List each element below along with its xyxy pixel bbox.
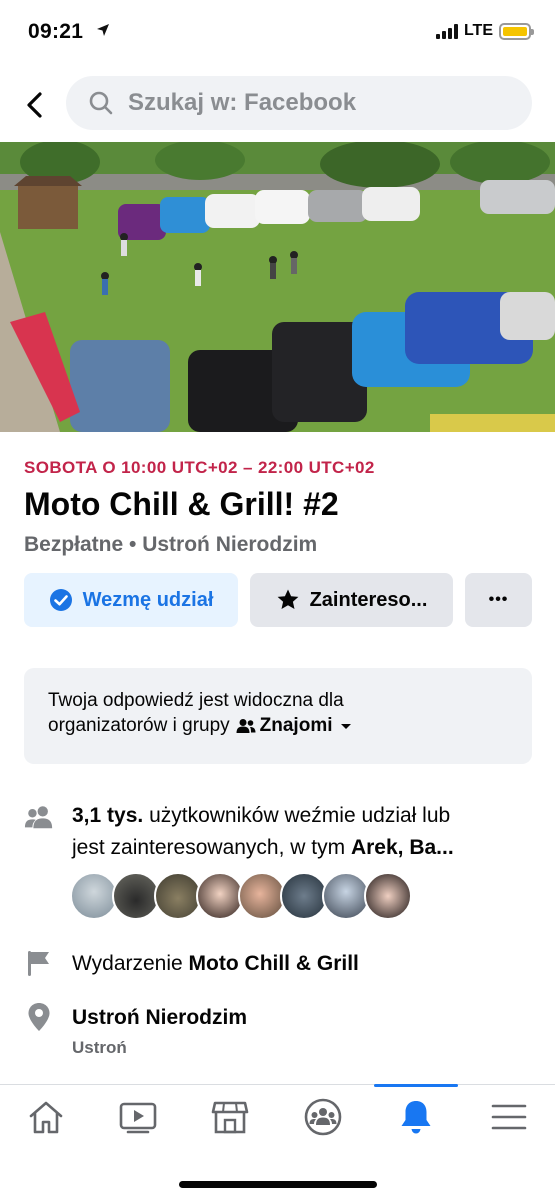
location-arrow-icon (96, 23, 110, 42)
avatar[interactable] (70, 872, 118, 920)
nav-groups[interactable] (277, 1085, 369, 1149)
signal-icon (435, 23, 458, 39)
bell-icon (401, 1101, 431, 1134)
location-subtitle: Ustroń (72, 1038, 127, 1057)
chevron-down-icon (340, 723, 351, 729)
audience-selector[interactable]: Znajomi (236, 713, 353, 738)
notice-line-1: Twoja odpowiedź jest widoczna dla (48, 690, 344, 711)
home-icon (29, 1101, 63, 1134)
notice-line-2: organizatorów i grupy (48, 715, 230, 736)
status-indicators: LTE (435, 22, 534, 40)
nav-home[interactable] (0, 1085, 92, 1149)
friends-icon (236, 718, 256, 733)
more-dots-icon: ••• (488, 591, 509, 608)
status-bar: 09:21 LTE (0, 0, 555, 66)
location-name: Ustroń Nierodzim (72, 1006, 248, 1029)
groups-icon (304, 1098, 342, 1136)
flag-icon (24, 948, 54, 978)
nav-notifications[interactable] (370, 1085, 462, 1149)
more-options-button[interactable]: ••• (465, 573, 532, 627)
map-pin-icon (24, 1002, 54, 1032)
check-circle-icon (49, 588, 73, 612)
back-button[interactable] (18, 88, 52, 122)
home-indicator (179, 1181, 377, 1188)
event-source-name: Moto Chill & Grill (188, 952, 359, 975)
event-actions: Wezmę udział Zaintereso... ••• (24, 573, 532, 627)
search-icon (89, 91, 113, 115)
avatar[interactable] (364, 872, 412, 920)
interested-label: Zaintereso... (309, 588, 428, 611)
header (0, 76, 555, 132)
marketplace-icon (211, 1101, 249, 1134)
nav-watch[interactable] (92, 1085, 184, 1149)
network-type: LTE (463, 22, 493, 39)
going-label: Wezmę udział (82, 588, 214, 611)
status-time: 09:21 (28, 20, 84, 43)
event-source-row[interactable]: Wydarzenie Moto Chill & Grill (24, 948, 534, 982)
avatar[interactable] (322, 872, 370, 920)
interested-button[interactable]: Zaintereso... (250, 573, 453, 627)
star-icon (276, 588, 300, 612)
search-bar[interactable] (66, 76, 532, 130)
battery-icon (499, 22, 534, 40)
nav-marketplace[interactable] (184, 1085, 276, 1149)
avatar[interactable] (154, 872, 202, 920)
avatar[interactable] (196, 872, 244, 920)
attendance-row[interactable]: 3,1 tys. użytkowników weźmie udział lub … (24, 800, 534, 864)
people-icon (24, 802, 54, 832)
event-title: Moto Chill & Grill! #2 (24, 486, 339, 522)
avatar[interactable] (280, 872, 328, 920)
event-date: SOBOTA O 10:00 UTC+02 – 22:00 UTC+02 (24, 458, 375, 477)
attendance-friends: Arek, Ba... (350, 836, 454, 859)
avatar[interactable] (238, 872, 286, 920)
attendee-avatars[interactable] (70, 872, 412, 920)
rsvp-visibility-notice: Twoja odpowiedź jest widoczna dla organi… (24, 668, 532, 764)
event-cover-photo[interactable] (0, 142, 555, 432)
audience-label: Znajomi (259, 715, 333, 736)
search-input[interactable] (128, 89, 508, 117)
attendance-text: 3,1 tys. użytkowników weźmie udział lub … (72, 800, 534, 864)
menu-icon (491, 1104, 527, 1130)
avatar[interactable] (112, 872, 160, 920)
going-button[interactable]: Wezmę udział (24, 573, 238, 627)
event-source-prefix: Wydarzenie (72, 952, 183, 975)
attendance-line-2: jest zainteresowanych, w tym (72, 836, 346, 859)
back-arrow-icon (27, 92, 42, 118)
event-subtitle: Bezpłatne • Ustroń Nierodzim (24, 533, 318, 556)
video-icon (119, 1102, 157, 1134)
nav-menu[interactable] (463, 1085, 555, 1149)
attendance-count: 3,1 tys. (72, 804, 144, 827)
attendance-line-1: użytkowników weźmie udział lub (149, 804, 451, 827)
